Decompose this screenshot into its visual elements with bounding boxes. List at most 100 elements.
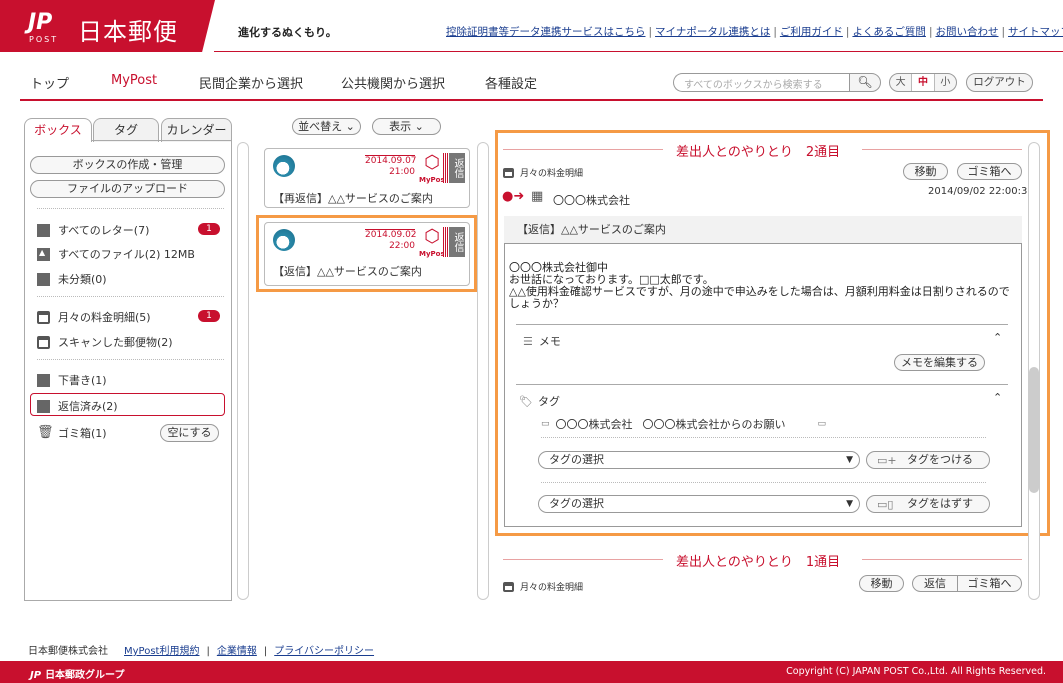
- tag-icon: ▭: [817, 419, 827, 429]
- scrollbar-thumb[interactable]: [1029, 367, 1039, 493]
- view-label: 表示: [389, 120, 412, 133]
- box-scanned-mail[interactable]: スキャンした郵便物(2): [37, 334, 173, 350]
- card-date: 2014.09.07 21:00: [365, 155, 417, 178]
- separator: |: [773, 26, 777, 38]
- button-label: タグをはずす: [907, 497, 973, 510]
- folder-icon: [37, 373, 50, 387]
- box-list-panel: [24, 140, 232, 601]
- link-guide[interactable]: ご利用ガイド: [780, 26, 843, 38]
- tag-label: タグ: [537, 395, 560, 408]
- link-corporate-info[interactable]: 企業情報: [217, 646, 257, 657]
- link-sitemap[interactable]: サイトマップ: [1008, 26, 1063, 38]
- move-button[interactable]: 移動: [903, 163, 948, 180]
- box-all-files[interactable]: すべてのファイル(2) 12MB: [37, 246, 195, 262]
- thread-heading-1: 差出人とのやりとり 1通目: [676, 555, 841, 570]
- move-button[interactable]: 移動: [859, 575, 904, 592]
- search-input[interactable]: すべてのボックスから検索する: [673, 73, 849, 92]
- remove-tag-button[interactable]: ▭▯ タグをはずす: [866, 495, 990, 513]
- link-deduction-service[interactable]: 控除証明書等データ連携サービスはこちら: [446, 26, 646, 38]
- reply-button[interactable]: 返信: [912, 575, 958, 592]
- tag-remove-icon: ▭▯: [877, 498, 894, 511]
- card-subject: 【返信】△△サービスのご案内: [273, 265, 422, 278]
- memo-section-header[interactable]: ☰ メモ: [523, 333, 561, 349]
- brand-name: 日本郵便: [78, 18, 178, 46]
- link-terms[interactable]: MyPost利用規約: [124, 646, 199, 657]
- tag-item[interactable]: 〇〇〇株式会社: [556, 416, 633, 432]
- font-size-selector: 大 中 小: [889, 73, 957, 92]
- empty-trash-button[interactable]: 空にする: [160, 424, 219, 442]
- tab-tag[interactable]: タグ: [93, 118, 159, 142]
- upload-file-button[interactable]: ファイルのアップロード: [30, 180, 225, 198]
- mypost-cube-icon: ⬡: [424, 152, 440, 173]
- divider: [541, 482, 986, 483]
- box-replied[interactable]: 返信済み(2): [37, 398, 118, 414]
- divider: [862, 559, 1022, 560]
- link-privacy-policy[interactable]: プライバシーポリシー: [274, 646, 374, 657]
- nav-private-companies[interactable]: 民間企業から選択: [199, 73, 303, 92]
- thread-heading-2: 差出人とのやりとり 2通目: [676, 145, 841, 160]
- trash-button[interactable]: ゴミ箱へ: [957, 575, 1022, 592]
- link-contact[interactable]: お問い合わせ: [935, 26, 998, 38]
- create-box-button[interactable]: ボックスの作成・管理: [30, 156, 225, 174]
- logout-button[interactable]: ログアウト: [966, 73, 1033, 92]
- box-drafts[interactable]: 下書き(1): [37, 372, 107, 388]
- select-value: タグの選択: [549, 453, 604, 466]
- message-body: 〇〇〇株式会社御中 お世話になっております。□□太郎です。 △△使用料金確認サー…: [509, 262, 1014, 310]
- separator: |: [263, 646, 268, 657]
- separator: |: [928, 26, 933, 38]
- nav-divider: [20, 99, 1043, 101]
- footer-bar: JP 日本郵政グループ Copyright (C) JAPAN POST Co.,…: [0, 661, 1063, 683]
- unread-badge: 1: [198, 310, 220, 322]
- view-dropdown[interactable]: 表示 ⌄: [372, 118, 441, 135]
- decorative-bars: [443, 153, 448, 183]
- box-label: 返信済み(2): [58, 400, 118, 413]
- box-unsorted[interactable]: 未分類(0): [37, 271, 107, 287]
- sort-dropdown[interactable]: 並べ替え ⌄: [292, 118, 361, 135]
- tag-section-header[interactable]: 🏷︎ タグ: [519, 393, 560, 409]
- folder-icon: [37, 272, 50, 286]
- building-icon: ▦: [531, 189, 544, 204]
- trash-button[interactable]: ゴミ箱へ: [957, 163, 1022, 180]
- box-monthly-statements[interactable]: 月々の料金明細(5): [37, 309, 151, 325]
- sort-label: 並べ替え: [298, 120, 343, 133]
- box-trash[interactable]: 🗑︎ ゴミ箱(1): [37, 425, 107, 441]
- box-label: すべてのレター(7): [58, 224, 150, 237]
- search-button[interactable]: 🔍︎: [849, 73, 881, 92]
- middle-scrollbar[interactable]: [477, 142, 489, 600]
- separator: |: [648, 26, 653, 38]
- nav-public-institutions[interactable]: 公共機関から選択: [341, 73, 445, 92]
- inbox-tray-icon: [503, 581, 514, 592]
- tag-select-remove[interactable]: タグの選択 ▼: [538, 495, 860, 513]
- company-name: 日本郵便株式会社: [28, 646, 108, 657]
- box-label-row: 月々の料金明細: [503, 166, 583, 179]
- collapse-memo-icon[interactable]: ⌃: [993, 331, 1002, 344]
- tab-calendar[interactable]: カレンダー: [161, 118, 232, 142]
- sender-person-icon: ●➜: [502, 189, 525, 204]
- nav-mypost[interactable]: MyPost: [111, 73, 157, 88]
- font-size-small[interactable]: 小: [935, 74, 956, 91]
- nav-settings[interactable]: 各種設定: [485, 73, 537, 92]
- box-all-letters[interactable]: すべてのレター(7): [37, 222, 149, 238]
- dropdown-arrow-icon: ▼: [846, 455, 853, 465]
- box-label: スキャンした郵便物(2): [58, 336, 173, 349]
- nav-top[interactable]: トップ: [30, 73, 69, 92]
- divider: [516, 324, 1008, 325]
- mail-card[interactable]: 2014.09.02 22:00 ⬡ MyPost 返信 【返信】△△サービスのご…: [264, 222, 470, 286]
- link-faq[interactable]: よくあるご質問: [852, 26, 926, 38]
- edit-memo-button[interactable]: メモを編集する: [894, 354, 985, 371]
- left-scrollbar[interactable]: [237, 142, 249, 600]
- font-size-large[interactable]: 大: [890, 74, 913, 91]
- tag-item[interactable]: 〇〇〇株式会社からのお願い: [643, 416, 786, 432]
- right-scrollbar[interactable]: [1028, 142, 1040, 600]
- font-size-medium[interactable]: 中: [912, 74, 935, 91]
- logo[interactable]: JP POST 日本郵便: [0, 0, 215, 52]
- link-mynaportal[interactable]: マイナポータル連携とは: [655, 26, 770, 38]
- card-subject: 【再返信】△△サービスのご案内: [273, 192, 433, 205]
- tag-select-attach[interactable]: タグの選択 ▼: [538, 451, 860, 469]
- tab-box[interactable]: ボックス: [24, 118, 92, 142]
- dropdown-arrow-icon: ▼: [846, 499, 853, 509]
- sender-logo-icon: [273, 229, 295, 251]
- mail-card[interactable]: 2014.09.07 21:00 ⬡ MyPost 返信 【再返信】△△サービスの…: [264, 148, 470, 208]
- collapse-tag-icon[interactable]: ⌃: [993, 391, 1002, 404]
- attach-tag-button[interactable]: ▭+ タグをつける: [866, 451, 990, 469]
